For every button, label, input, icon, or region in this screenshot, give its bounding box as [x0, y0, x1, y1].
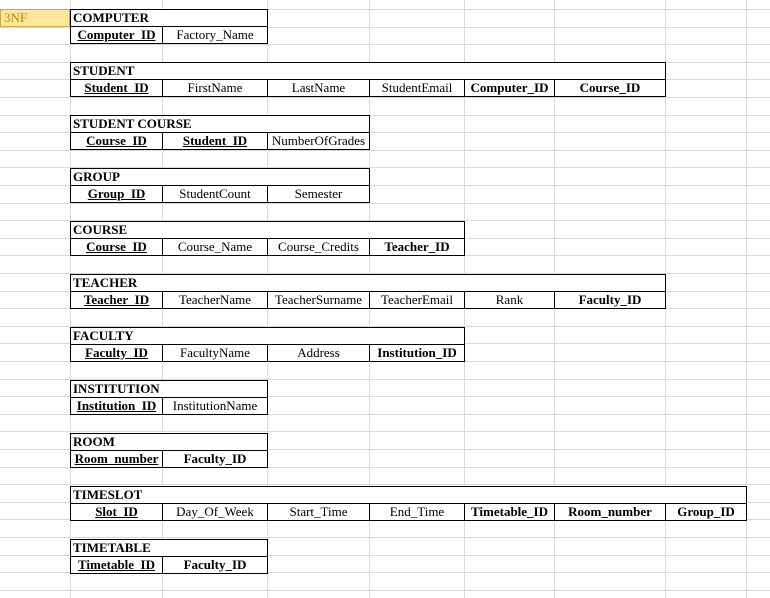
column-header-cell[interactable]: Course_ID: [70, 132, 163, 150]
column-header-cell[interactable]: StudentCount: [162, 185, 268, 203]
column-header-cell[interactable]: Address: [267, 344, 370, 362]
column-header-cell[interactable]: Timetable_ID: [464, 503, 555, 521]
table-title[interactable]: ROOM: [70, 433, 268, 451]
column-header-cell[interactable]: StudentEmail: [369, 79, 465, 97]
table-title[interactable]: COURSE: [70, 221, 465, 239]
column-header-cell[interactable]: FirstName: [162, 79, 268, 97]
table-title[interactable]: TIMETABLE: [70, 539, 268, 557]
column-header-cell[interactable]: TeacherSurname: [267, 291, 370, 309]
column-header-cell[interactable]: NumberOfGrades: [267, 132, 370, 150]
column-header-cell[interactable]: Group_ID: [70, 185, 163, 203]
column-header-cell[interactable]: Faculty_ID: [554, 291, 666, 309]
column-header-cell[interactable]: Course_ID: [554, 79, 666, 97]
column-header-cell[interactable]: Slot_ID: [70, 503, 163, 521]
table-title[interactable]: GROUP: [70, 168, 370, 186]
table-title[interactable]: STUDENT: [70, 62, 666, 80]
column-header-cell[interactable]: End_Time: [369, 503, 465, 521]
column-header-cell[interactable]: Timetable_ID: [70, 556, 163, 574]
column-header-cell[interactable]: Group_ID: [665, 503, 747, 521]
column-header-cell[interactable]: Course_Credits: [267, 238, 370, 256]
column-header-cell[interactable]: Course_Name: [162, 238, 268, 256]
column-header-cell[interactable]: Institution_ID: [369, 344, 465, 362]
table-title[interactable]: COMPUTER: [70, 9, 268, 27]
column-header-cell[interactable]: TeacherEmail: [369, 291, 465, 309]
grid-row-line: [0, 97, 770, 98]
column-header-cell[interactable]: Teacher_ID: [369, 238, 465, 256]
column-header-cell[interactable]: Student_ID: [162, 132, 268, 150]
column-header-cell[interactable]: LastName: [267, 79, 370, 97]
column-header-cell[interactable]: Rank: [464, 291, 555, 309]
column-header-cell[interactable]: Factory_Name: [162, 26, 268, 44]
table-title[interactable]: FACULTY: [70, 327, 465, 345]
column-header-cell[interactable]: Computer_ID: [464, 79, 555, 97]
column-header-cell[interactable]: Semester: [267, 185, 370, 203]
column-header-cell[interactable]: TeacherName: [162, 291, 268, 309]
column-header-cell[interactable]: Computer_ID: [70, 26, 163, 44]
sheet-label-cell[interactable]: 3NF: [0, 9, 70, 27]
table-title[interactable]: STUDENT COURSE: [70, 115, 370, 133]
column-header-cell[interactable]: Teacher_ID: [70, 291, 163, 309]
column-header-cell[interactable]: Faculty_ID: [162, 556, 268, 574]
table-title[interactable]: TEACHER: [70, 274, 666, 292]
column-header-cell[interactable]: FacultyName: [162, 344, 268, 362]
column-header-cell[interactable]: Room_number: [70, 450, 163, 468]
grid-row-line: [0, 537, 770, 538]
column-header-cell[interactable]: Course_ID: [70, 238, 163, 256]
grid-row-line: [0, 590, 770, 591]
column-header-cell[interactable]: Room_number: [554, 503, 666, 521]
grid-row-line: [0, 203, 770, 204]
column-header-cell[interactable]: InstitutionName: [162, 397, 268, 415]
grid-row-line: [0, 150, 770, 151]
column-header-cell[interactable]: Institution_ID: [70, 397, 163, 415]
column-header-cell[interactable]: Student_ID: [70, 79, 163, 97]
grid-row-line: [0, 44, 770, 45]
column-header-cell[interactable]: Day_Of_Week: [162, 503, 268, 521]
grid-row-line: [0, 431, 770, 432]
column-header-cell[interactable]: Faculty_ID: [70, 344, 163, 362]
table-title[interactable]: INSTITUTION: [70, 380, 268, 398]
grid-row-line: [0, 484, 770, 485]
column-header-cell[interactable]: Faculty_ID: [162, 450, 268, 468]
column-header-cell[interactable]: Start_Time: [267, 503, 370, 521]
table-title[interactable]: TIMESLOT: [70, 486, 747, 504]
